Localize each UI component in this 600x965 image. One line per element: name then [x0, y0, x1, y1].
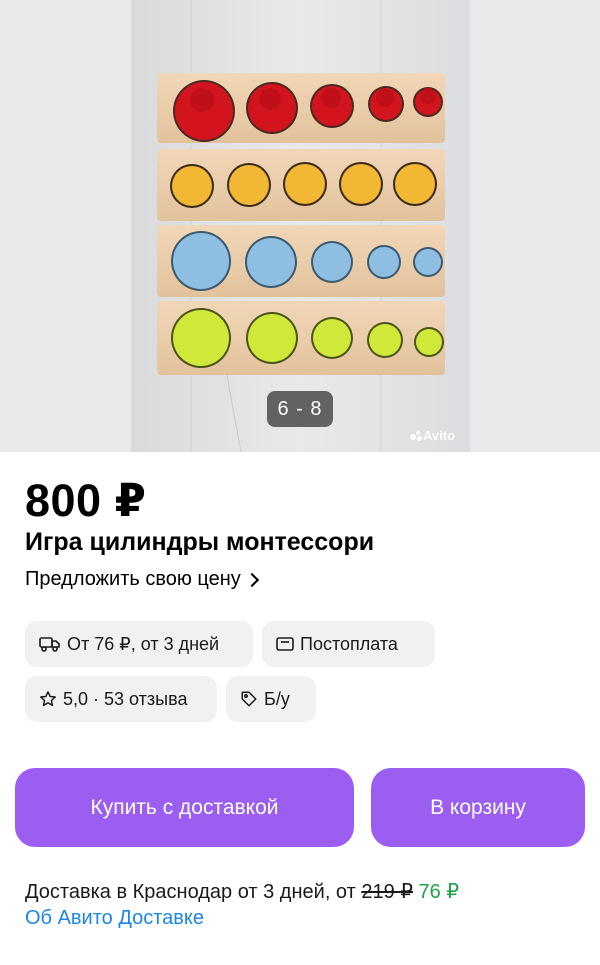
photo-gallery[interactable]: 6 - 8 Avito: [0, 0, 600, 452]
wallet-icon: [276, 636, 294, 652]
star-icon: [39, 690, 57, 708]
price: 800 ₽: [25, 475, 147, 526]
offer-price-label: Предложить свою цену: [25, 568, 241, 590]
offer-price-link[interactable]: Предложить свою цену: [25, 568, 259, 591]
condition-chip[interactable]: Б/у: [226, 676, 316, 722]
delivery-chip[interactable]: От 76 ₽, от 3 дней: [25, 621, 253, 667]
chevron-right-icon: [244, 572, 259, 588]
rating-chip-label: 5,0 · 53 отзыва: [63, 688, 188, 709]
new-delivery-price: 76 ₽: [418, 881, 460, 903]
buy-with-delivery-button[interactable]: Купить с доставкой: [15, 768, 354, 847]
rating-chip[interactable]: 5,0 · 53 отзыва: [25, 676, 217, 722]
add-to-cart-button[interactable]: В корзину: [371, 768, 585, 847]
photo-counter: 6 - 8: [267, 391, 333, 427]
condition-chip-label: Б/у: [264, 688, 290, 709]
avito-watermark: Avito: [410, 428, 455, 443]
postpay-chip-label: Постоплата: [300, 633, 398, 654]
old-delivery-price: 219 ₽: [361, 881, 413, 903]
truck-icon: [39, 636, 61, 652]
listing-title: Игра цилиндры монтессори: [25, 528, 375, 556]
postpay-chip[interactable]: Постоплата: [262, 621, 435, 667]
delivery-info-text: Доставка в Краснодар от 3 дней, от: [25, 881, 362, 903]
tag-icon: [240, 690, 258, 708]
delivery-info: Доставка в Краснодар от 3 дней, от 219 ₽…: [25, 879, 459, 904]
avito-logo-icon: [410, 431, 422, 441]
delivery-chip-label: От 76 ₽, от 3 дней: [67, 633, 220, 654]
product-photo[interactable]: [131, 0, 470, 452]
about-avito-delivery-link[interactable]: Об Авито Доставке: [25, 907, 204, 930]
watermark-text: Avito: [423, 428, 456, 443]
